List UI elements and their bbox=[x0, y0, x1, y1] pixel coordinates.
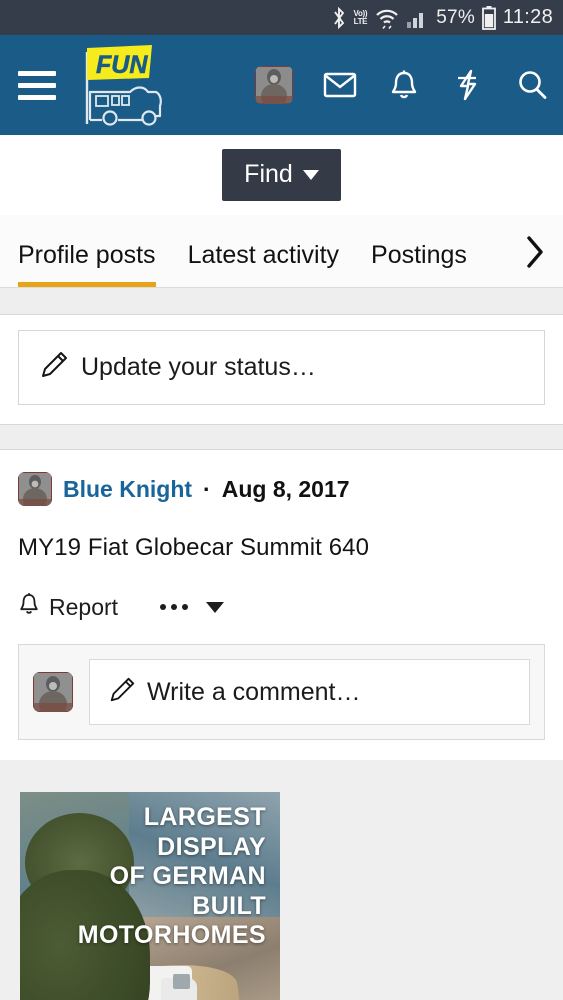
ellipsis-dot bbox=[182, 604, 189, 610]
post-date[interactable]: Aug 8, 2017 bbox=[222, 476, 350, 503]
ad-headline-line2: OF GERMAN BUILT bbox=[109, 862, 266, 920]
tab-postings[interactable]: Postings bbox=[371, 241, 467, 287]
battery-icon bbox=[482, 5, 496, 30]
hamburger-bar bbox=[18, 82, 56, 88]
signal-bars-icon bbox=[407, 8, 429, 28]
status-update-section: Update your status… bbox=[0, 315, 563, 424]
volte-icon: Vo)) LTE bbox=[353, 9, 368, 26]
post-action-row: Report bbox=[18, 592, 545, 630]
report-button[interactable]: Report bbox=[18, 592, 118, 622]
ad-rv-windshield bbox=[172, 974, 190, 989]
post-separator: · bbox=[203, 475, 211, 502]
battery-percent-label: 57% bbox=[436, 6, 475, 28]
comment-placeholder: Write a comment… bbox=[147, 677, 361, 706]
tab-label: Profile posts bbox=[18, 241, 156, 269]
status-update-placeholder: Update your status… bbox=[81, 353, 316, 381]
site-logo[interactable]: FUN bbox=[78, 42, 170, 128]
pencil-icon bbox=[39, 350, 69, 385]
post-author-avatar[interactable] bbox=[18, 472, 52, 506]
ellipsis-dot bbox=[171, 604, 178, 610]
tab-latest-activity[interactable]: Latest activity bbox=[188, 241, 339, 287]
profile-post: Blue Knight · Aug 8, 2017 MY19 Fiat Glob… bbox=[0, 450, 563, 630]
advertisement-area: LARGEST DISPLAY OF GERMAN BUILT MOTORHOM… bbox=[0, 760, 563, 1000]
comment-section: Write a comment… bbox=[0, 630, 563, 760]
wifi-icon bbox=[374, 7, 400, 29]
report-label: Report bbox=[49, 593, 119, 620]
bell-icon[interactable] bbox=[387, 68, 421, 102]
hamburger-bar bbox=[18, 70, 56, 76]
ad-headline-line1: LARGEST DISPLAY bbox=[143, 803, 266, 861]
lightning-bolt-icon[interactable] bbox=[451, 68, 485, 102]
status-update-input[interactable]: Update your status… bbox=[18, 330, 545, 405]
chevron-down-icon bbox=[302, 169, 319, 180]
profile-tab-bar: Profile posts Latest activity Postings bbox=[0, 215, 563, 288]
motorhome-banner-ad[interactable]: LARGEST DISPLAY OF GERMAN BUILT MOTORHOM… bbox=[20, 792, 280, 1000]
envelope-icon[interactable] bbox=[323, 68, 357, 102]
tab-label: Latest activity bbox=[187, 241, 340, 269]
ad-headline-line3: MOTORHOMES bbox=[77, 921, 266, 949]
clock-label: 11:28 bbox=[502, 6, 553, 28]
find-button-row: Find bbox=[0, 135, 563, 215]
tab-profile-posts[interactable]: Profile posts bbox=[18, 241, 156, 287]
user-avatar[interactable] bbox=[255, 66, 293, 104]
ad-headline: LARGEST DISPLAY OF GERMAN BUILT MOTORHOM… bbox=[20, 803, 280, 951]
post-header: Blue Knight · Aug 8, 2017 bbox=[18, 472, 545, 506]
svg-text:FUN: FUN bbox=[96, 51, 148, 79]
section-spacer bbox=[0, 288, 563, 315]
app-header-actions bbox=[255, 35, 549, 135]
chevron-down-icon bbox=[206, 601, 225, 613]
ellipsis-dot bbox=[160, 604, 167, 610]
search-icon[interactable] bbox=[515, 68, 549, 102]
app-header: FUN bbox=[0, 35, 563, 135]
comment-input[interactable]: Write a comment… bbox=[89, 659, 530, 725]
find-button-label: Find bbox=[244, 160, 293, 188]
post-more-menu[interactable] bbox=[160, 601, 225, 613]
bell-icon bbox=[18, 592, 40, 622]
volte-label-bottom: LTE bbox=[353, 16, 368, 26]
post-author-name[interactable]: Blue Knight bbox=[63, 476, 192, 503]
hamburger-bar bbox=[18, 94, 56, 100]
pencil-icon bbox=[108, 676, 136, 709]
hamburger-menu-icon[interactable] bbox=[18, 70, 56, 100]
find-button[interactable]: Find bbox=[222, 149, 341, 201]
ellipsis-icon bbox=[160, 604, 189, 610]
section-spacer bbox=[0, 424, 563, 450]
bluetooth-icon bbox=[332, 6, 347, 29]
comment-user-avatar[interactable] bbox=[33, 672, 73, 712]
tab-label: Postings bbox=[371, 241, 467, 269]
chevron-right-icon[interactable] bbox=[515, 229, 555, 275]
post-body-text: MY19 Fiat Globecar Summit 640 bbox=[18, 534, 370, 561]
status-bar: Vo)) LTE 57% 11:28 bbox=[0, 0, 563, 35]
comment-composer: Write a comment… bbox=[18, 644, 545, 740]
